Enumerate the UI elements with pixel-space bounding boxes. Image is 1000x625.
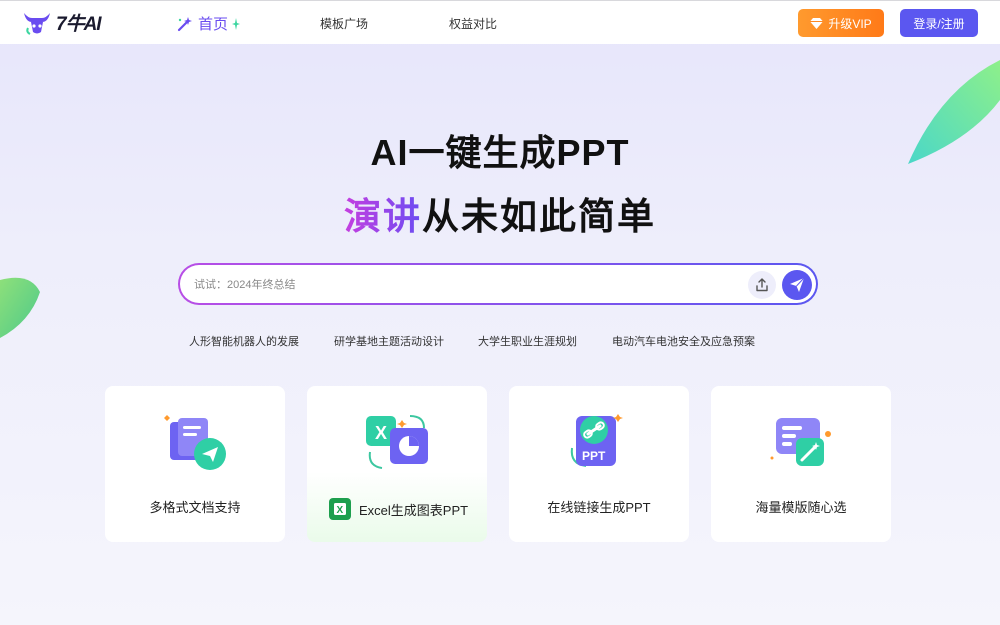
bull-logo-icon bbox=[24, 12, 50, 35]
prompt-search-box bbox=[178, 263, 818, 305]
svg-text:X: X bbox=[337, 505, 344, 516]
feature-card-multiformat[interactable]: 多格式文档支持 bbox=[105, 386, 285, 542]
magic-wand-icon bbox=[177, 16, 192, 31]
send-icon bbox=[790, 277, 805, 292]
suggestion-chip[interactable]: 电动汽车电池安全及应急预案 bbox=[612, 333, 755, 349]
upgrade-vip-button[interactable]: 升级VIP bbox=[798, 9, 884, 37]
hero-subtitle-highlight: 演讲 bbox=[344, 196, 422, 237]
top-navigation-bar: 7牛AI 首页 模板广场 权益对比 升级VIP 登录/注册 bbox=[0, 0, 1000, 44]
excel-icon: X bbox=[329, 498, 351, 520]
login-register-button[interactable]: 登录/注册 bbox=[900, 9, 978, 37]
feature-card-link[interactable]: PPT 在线链接生成PPT bbox=[509, 386, 689, 542]
documents-send-icon bbox=[164, 415, 226, 470]
feature-label: 多格式文档支持 bbox=[149, 500, 241, 515]
template-magic-icon bbox=[770, 418, 831, 466]
nav-home-label: 首页 bbox=[198, 16, 229, 33]
nav-home[interactable]: 首页 bbox=[176, 13, 241, 34]
logo-text: 7牛AI bbox=[56, 14, 102, 35]
svg-text:X: X bbox=[375, 423, 387, 443]
nav-templates[interactable]: 模板广场 bbox=[320, 15, 368, 32]
upgrade-vip-label: 升级VIP bbox=[828, 16, 872, 31]
svg-text:PPT: PPT bbox=[582, 449, 606, 463]
suggestion-chip[interactable]: 人形智能机器人的发展 bbox=[189, 333, 299, 349]
feature-label: 海量模版随心选 bbox=[755, 500, 847, 515]
prompt-input[interactable] bbox=[194, 275, 734, 295]
feature-label-row: X Excel生成图表PPT bbox=[329, 498, 468, 520]
feature-card-templates[interactable]: 海量模版随心选 bbox=[711, 386, 891, 542]
upload-button[interactable] bbox=[748, 271, 776, 299]
hero-subtitle-rest: 从未如此简单 bbox=[422, 196, 656, 237]
hero-subtitle: 演讲从未如此简单 bbox=[0, 186, 1000, 240]
suggestion-chip[interactable]: 研学基地主题活动设计 bbox=[334, 333, 444, 349]
logo[interactable]: 7牛AI bbox=[22, 9, 102, 36]
feature-label: Excel生成图表PPT bbox=[359, 502, 469, 518]
excel-chart-icon: X bbox=[366, 415, 428, 469]
diamond-icon bbox=[810, 17, 824, 29]
send-button[interactable] bbox=[782, 270, 812, 300]
suggestion-chip[interactable]: 大学生职业生涯规划 bbox=[478, 333, 577, 349]
feature-label: 在线链接生成PPT bbox=[547, 500, 651, 515]
feature-card-excel[interactable]: X X Excel生成图表PPT bbox=[307, 386, 487, 542]
decorative-leaf-left bbox=[0, 277, 40, 338]
nav-compare[interactable]: 权益对比 bbox=[449, 15, 497, 32]
link-ppt-icon: PPT bbox=[570, 414, 623, 467]
hero-title: AI一键生成PPT bbox=[370, 132, 630, 173]
upload-icon bbox=[756, 278, 768, 292]
sparkle-icon bbox=[232, 17, 241, 30]
